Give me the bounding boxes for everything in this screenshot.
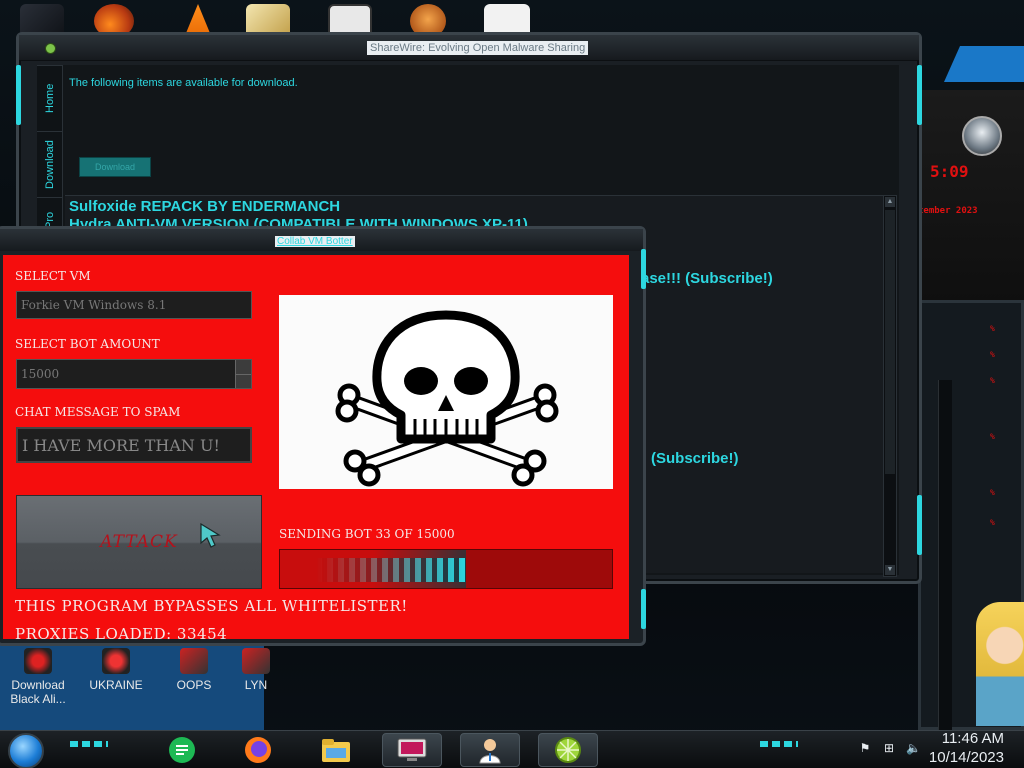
remote-desktop-icon bbox=[397, 738, 427, 761]
progress-fill bbox=[280, 550, 466, 588]
attack-button-label: ATTACK bbox=[100, 532, 178, 552]
taskbar: ⚑ ⊞ 🔈 11:46 AM 10/14/2023 bbox=[0, 730, 1024, 768]
cursor-icon bbox=[200, 523, 221, 548]
flag-icon[interactable]: ⚑ bbox=[858, 741, 872, 755]
volume-icon[interactable]: 🔈 bbox=[906, 741, 921, 755]
alien-logo-icon bbox=[962, 116, 1002, 156]
alien-icon bbox=[24, 648, 52, 674]
taskbar-app[interactable] bbox=[382, 733, 442, 767]
desktop-icon-ukraine[interactable]: UKRAINE bbox=[88, 648, 144, 692]
list-scrollbar[interactable]: ▲ ▼ bbox=[883, 195, 897, 577]
background-shape bbox=[944, 46, 1024, 82]
taskbar-app[interactable] bbox=[538, 733, 598, 767]
available-items-text: The following items are available for do… bbox=[69, 77, 298, 89]
select-vm-label: SELECT VM bbox=[15, 269, 91, 283]
list-item[interactable]: ase!!! (Subscribe!) bbox=[641, 270, 773, 287]
botter-panel: SELECT VM Forkie VM Windows 8.1 SELECT B… bbox=[3, 255, 629, 643]
firefox-icon bbox=[245, 737, 271, 763]
app-menu-icon[interactable] bbox=[45, 43, 56, 54]
bot-amount-value: 15000 bbox=[21, 367, 60, 381]
attack-button[interactable]: ATTACK bbox=[16, 495, 262, 589]
botter-window: Collab VM Botter SELECT VM Forkie VM Win… bbox=[0, 226, 646, 646]
stepper-arrows-icon[interactable] bbox=[235, 360, 251, 388]
window-titlebar[interactable]: Collab VM Botter bbox=[0, 229, 643, 251]
character-sticker bbox=[976, 602, 1024, 726]
taskbar-app[interactable] bbox=[460, 733, 520, 767]
taskbar-decoration bbox=[760, 741, 798, 747]
desktop-icon-oops[interactable]: OOPS bbox=[166, 648, 222, 692]
widget-date-readout: tember 2023 bbox=[918, 206, 978, 216]
chat-message-value: I HAVE MORE THAN U! bbox=[22, 435, 220, 455]
edge-glow bbox=[16, 65, 21, 125]
file-explorer-icon bbox=[322, 739, 350, 762]
lyn-icon bbox=[242, 648, 270, 674]
clock-time: 11:46 AM bbox=[941, 730, 1004, 747]
desktop-icon-label: LYN bbox=[244, 678, 268, 692]
widget-percent: % bbox=[990, 432, 995, 441]
taskbar-decoration bbox=[70, 741, 108, 747]
skull-crossbones-icon bbox=[335, 310, 559, 487]
desktop-icon-label: UKRAINE bbox=[89, 678, 143, 692]
scroll-up-icon[interactable]: ▲ bbox=[885, 197, 895, 207]
chat-message-label: CHAT MESSAGE TO SPAM bbox=[15, 405, 181, 419]
ukraine-icon bbox=[102, 648, 130, 674]
select-vm-value: Forkie VM Windows 8.1 bbox=[21, 298, 167, 312]
scroll-thumb[interactable] bbox=[885, 210, 895, 474]
list-item[interactable]: Sulfoxide REPACK BY ENDERMANCH bbox=[69, 198, 340, 215]
edge-glow bbox=[917, 495, 922, 555]
edge-glow bbox=[641, 249, 646, 289]
edge-glow bbox=[641, 589, 646, 629]
oops-icon bbox=[180, 648, 208, 674]
skull-image bbox=[279, 295, 613, 489]
notes-icon bbox=[169, 737, 195, 763]
desktop-icon-label: Download Black Ali... bbox=[10, 678, 66, 706]
window-title: ShareWire: Evolving Open Malware Sharing bbox=[367, 41, 589, 55]
chat-message-field[interactable]: I HAVE MORE THAN U! bbox=[16, 427, 252, 463]
send-progress-bar bbox=[279, 549, 613, 589]
widget-percent: % bbox=[990, 350, 995, 359]
desktop-icon-lyn[interactable]: LYN bbox=[236, 648, 276, 692]
lime-icon bbox=[555, 737, 581, 763]
desktop-icon-black-alien[interactable]: Download Black Ali... bbox=[10, 648, 66, 706]
user-support-icon bbox=[479, 739, 501, 764]
edge-glow bbox=[917, 65, 922, 125]
select-vm-field[interactable]: Forkie VM Windows 8.1 bbox=[16, 291, 252, 319]
background-scrollbar bbox=[938, 380, 952, 730]
network-icon[interactable]: ⊞ bbox=[882, 741, 896, 755]
tab-download[interactable]: Download bbox=[37, 131, 63, 197]
bypass-text: THIS PROGRAM BYPASSES ALL WHITELISTER! bbox=[15, 597, 408, 615]
download-button[interactable]: Download bbox=[79, 157, 151, 177]
scroll-down-icon[interactable]: ▼ bbox=[885, 565, 895, 575]
desktop-icon-label: OOPS bbox=[176, 678, 212, 692]
tab-home[interactable]: Home bbox=[37, 65, 63, 131]
widget-percent: % bbox=[990, 324, 995, 333]
list-item[interactable]: (Subscribe!) bbox=[651, 450, 739, 467]
bot-amount-stepper[interactable]: 15000 bbox=[16, 359, 252, 389]
window-title: Collab VM Botter bbox=[275, 236, 355, 247]
system-clock[interactable]: 11:46 AM 10/14/2023 bbox=[929, 729, 1004, 767]
taskbar-app[interactable] bbox=[228, 733, 288, 767]
sending-status: SENDING BOT 33 OF 15000 bbox=[279, 527, 455, 541]
start-button[interactable] bbox=[8, 733, 44, 768]
widget-percent: % bbox=[990, 376, 995, 385]
taskbar-app[interactable] bbox=[306, 733, 366, 767]
proxies-loaded-text: PROXIES LOADED: 33454 bbox=[15, 625, 228, 643]
clock-date: 10/14/2023 bbox=[928, 749, 1004, 766]
widget-percent: % bbox=[990, 518, 995, 527]
taskbar-app[interactable] bbox=[152, 733, 212, 767]
window-titlebar[interactable]: ShareWire: Evolving Open Malware Sharing bbox=[19, 35, 919, 61]
desktop: 5:09 tember 2023 % % % % % % ShareWire: … bbox=[0, 0, 1024, 768]
bot-amount-label: SELECT BOT AMOUNT bbox=[15, 337, 160, 351]
widget-percent: % bbox=[990, 488, 995, 497]
widget-time-readout: 5:09 bbox=[930, 162, 969, 181]
